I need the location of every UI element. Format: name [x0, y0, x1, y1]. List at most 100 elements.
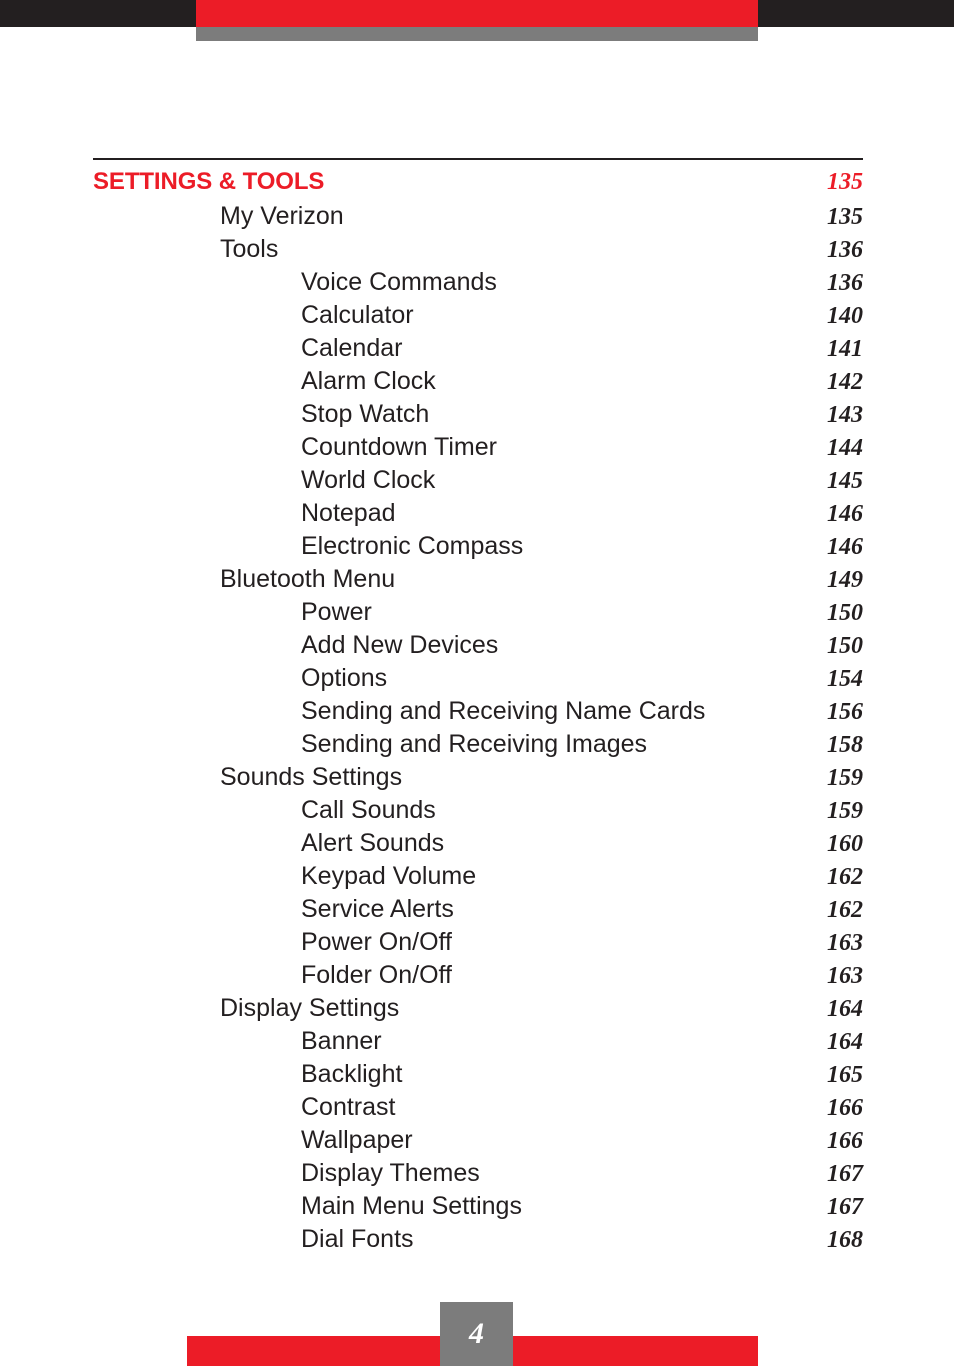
toc-entry-label: Options [301, 664, 388, 692]
toc-entry[interactable]: Voice Commands 136 [93, 266, 863, 299]
toc-entry-page-number: 164 [827, 996, 863, 1022]
toc-entry[interactable]: Display Themes 167 [93, 1157, 863, 1190]
toc-entry-page-number: 156 [827, 699, 863, 725]
toc-entry-page-number: 165 [827, 1062, 863, 1088]
toc-entry-label: Wallpaper [301, 1126, 413, 1154]
toc-entry-label: Call Sounds [301, 796, 436, 824]
toc-entry-page-number: 145 [827, 468, 863, 494]
toc-entry-page-number: 136 [827, 237, 863, 263]
toc-entry-page-number: 163 [827, 930, 863, 956]
toc-entry-page-number: 168 [827, 1227, 863, 1253]
table-of-contents: SETTINGS & TOOLS 135 My Verizon 135 Tools 136… [93, 158, 863, 1256]
header-bar-gray [196, 27, 758, 41]
toc-entry[interactable]: Tools 136 [93, 233, 863, 266]
toc-horizontal-rule [93, 158, 863, 160]
toc-entry[interactable]: My Verizon 135 [93, 200, 863, 233]
toc-entry-label: Sending and Receiving Name Cards [301, 697, 706, 725]
toc-entry-label: Banner [301, 1027, 382, 1055]
toc-entry-page-number: 146 [827, 534, 863, 560]
toc-entry-label: Alert Sounds [301, 829, 445, 857]
toc-entry-page-number: 135 [827, 169, 863, 195]
toc-entry-page-number: 164 [827, 1029, 863, 1055]
toc-entry-page-number: 135 [827, 204, 863, 230]
toc-entry-label: Countdown Timer [301, 433, 497, 461]
toc-entry-page-number: 166 [827, 1095, 863, 1121]
toc-entry-page-number: 154 [827, 666, 863, 692]
toc-entry[interactable]: Backlight 165 [93, 1058, 863, 1091]
toc-entry-label: Notepad [301, 499, 396, 527]
toc-entry[interactable]: Keypad Volume 162 [93, 860, 863, 893]
toc-entry-label: Add New Devices [301, 631, 499, 659]
toc-entry-label: Contrast [301, 1093, 396, 1121]
toc-entry-label: Power On/Off [301, 928, 452, 956]
toc-entry-page-number: 160 [827, 831, 863, 857]
toc-entry[interactable]: Sending and Receiving Images 158 [93, 728, 863, 761]
toc-entry-page-number: 150 [827, 600, 863, 626]
toc-entry[interactable]: World Clock 145 [93, 464, 863, 497]
toc-entry[interactable]: Stop Watch 143 [93, 398, 863, 431]
toc-entry[interactable]: Options 154 [93, 662, 863, 695]
toc-entry-page-number: 167 [827, 1161, 863, 1187]
toc-entry[interactable]: Sounds Settings 159 [93, 761, 863, 794]
toc-entry-page-number: 159 [827, 798, 863, 824]
toc-section-heading[interactable]: SETTINGS & TOOLS 135 [93, 164, 863, 200]
toc-entry[interactable]: Banner 164 [93, 1025, 863, 1058]
toc-entry[interactable]: Contrast 166 [93, 1091, 863, 1124]
toc-entry-page-number: 141 [827, 336, 863, 362]
toc-entry-label: Main Menu Settings [301, 1192, 522, 1220]
header-bar-red [196, 0, 758, 27]
toc-entry-page-number: 140 [827, 303, 863, 329]
toc-entry-label: World Clock [301, 466, 436, 494]
toc-entry[interactable]: Bluetooth Menu 149 [93, 563, 863, 596]
toc-entry[interactable]: Alarm Clock 142 [93, 365, 863, 398]
toc-entry[interactable]: Calendar 141 [93, 332, 863, 365]
toc-entry-page-number: 167 [827, 1194, 863, 1220]
toc-entry[interactable]: Countdown Timer 144 [93, 431, 863, 464]
toc-entry-page-number: 162 [827, 864, 863, 890]
toc-entry-label: Service Alerts [301, 895, 454, 923]
toc-entry[interactable]: Display Settings 164 [93, 992, 863, 1025]
toc-entry-label: Alarm Clock [301, 367, 436, 395]
toc-entry-page-number: 158 [827, 732, 863, 758]
header-bar-dark-right [758, 0, 954, 27]
toc-entry-label: Keypad Volume [301, 862, 477, 890]
toc-entry[interactable]: Folder On/Off 163 [93, 959, 863, 992]
toc-entry-label: Sounds Settings [220, 763, 403, 791]
toc-entry-page-number: 142 [827, 369, 863, 395]
toc-entry[interactable]: Electronic Compass 146 [93, 530, 863, 563]
page-number-box: 4 [440, 1302, 513, 1366]
toc-entry[interactable]: Alert Sounds 160 [93, 827, 863, 860]
toc-entry-label: Folder On/Off [301, 961, 452, 989]
toc-entry[interactable]: Calculator 140 [93, 299, 863, 332]
toc-entry-label: My Verizon [220, 202, 344, 230]
toc-entry[interactable]: Sending and Receiving Name Cards 156 [93, 695, 863, 728]
toc-entry-page-number: 163 [827, 963, 863, 989]
toc-entry-label: Voice Commands [301, 268, 497, 296]
toc-entry-label: Electronic Compass [301, 532, 524, 560]
toc-entry-label: Calculator [301, 301, 414, 329]
toc-entry-label: Stop Watch [301, 400, 430, 428]
toc-entry-list: SETTINGS & TOOLS 135 My Verizon 135 Tools 136… [93, 164, 863, 1256]
toc-entry[interactable]: Power On/Off 163 [93, 926, 863, 959]
toc-entry[interactable]: Add New Devices 150 [93, 629, 863, 662]
toc-entry-label: Sending and Receiving Images [301, 730, 648, 758]
toc-entry[interactable]: Service Alerts 162 [93, 893, 863, 926]
toc-entry[interactable]: Power 150 [93, 596, 863, 629]
toc-entry[interactable]: Wallpaper 166 [93, 1124, 863, 1157]
page-header-decoration [0, 0, 954, 41]
toc-entry-page-number: 143 [827, 402, 863, 428]
toc-entry-label: Display Themes [301, 1159, 480, 1187]
toc-entry[interactable]: Main Menu Settings 167 [93, 1190, 863, 1223]
page-number: 4 [469, 1317, 484, 1350]
toc-entry-label: Bluetooth Menu [220, 565, 396, 593]
toc-entry[interactable]: Dial Fonts 168 [93, 1223, 863, 1256]
toc-entry-page-number: 166 [827, 1128, 863, 1154]
toc-entry[interactable]: Notepad 146 [93, 497, 863, 530]
toc-entry-label: Display Settings [220, 994, 400, 1022]
toc-entry-page-number: 136 [827, 270, 863, 296]
toc-entry[interactable]: Call Sounds 159 [93, 794, 863, 827]
toc-entry-page-number: 146 [827, 501, 863, 527]
toc-entry-label: Calendar [301, 334, 403, 362]
toc-entry-page-number: 162 [827, 897, 863, 923]
toc-entry-page-number: 144 [827, 435, 863, 461]
